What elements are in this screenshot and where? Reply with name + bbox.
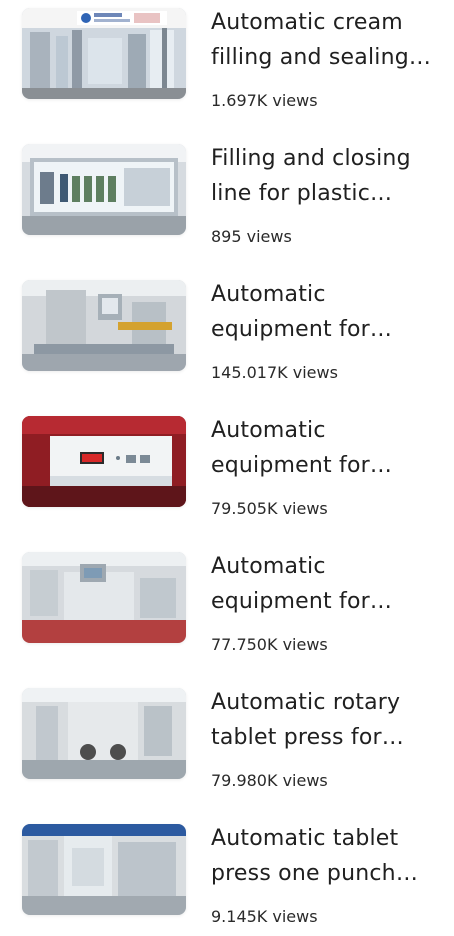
video-title[interactable]: Filling and closing line for plastic bot…	[211, 141, 441, 211]
video-thumbnail[interactable]	[22, 824, 186, 915]
view-count-value: 77.750K	[211, 635, 278, 654]
view-count-label: views	[246, 227, 292, 246]
video-thumbnail[interactable]	[22, 416, 186, 507]
video-thumbnail[interactable]	[22, 280, 186, 371]
video-title[interactable]: Automatic tablet press one punch machine	[211, 821, 441, 891]
view-count-value: 79.505K	[211, 499, 278, 518]
video-title[interactable]: Automatic equipment for blister packagin…	[211, 413, 441, 483]
video-thumbnail[interactable]	[22, 688, 186, 779]
video-thumbnail[interactable]	[22, 144, 186, 235]
view-count-value: 145.017K	[211, 363, 288, 382]
view-count: 79.505K views	[211, 497, 328, 521]
video-title[interactable]: Automatic equipment for blister packagin…	[211, 549, 441, 619]
view-count: 9.145K views	[211, 905, 318, 929]
video-title[interactable]: Automatic rotary tablet press for pharma…	[211, 685, 441, 755]
video-item[interactable]: Automatic tablet press one punch machine…	[0, 816, 454, 936]
view-count-value: 1.697K	[211, 91, 268, 110]
view-count-value: 9.145K	[211, 907, 268, 926]
video-title[interactable]: Automatic cream filling and sealing mach…	[211, 5, 441, 75]
view-count: 145.017K views	[211, 361, 338, 385]
view-count: 895 views	[211, 225, 292, 249]
video-item[interactable]: Automatic rotary tablet press for pharma…	[0, 680, 454, 800]
video-item[interactable]: Automatic equipment for blister packagin…	[0, 272, 454, 392]
view-count: 79.980K views	[211, 769, 328, 793]
video-thumbnail[interactable]	[22, 552, 186, 643]
video-item[interactable]: Automatic equipment for blister packagin…	[0, 544, 454, 664]
video-thumbnail[interactable]	[22, 8, 186, 99]
view-count-label: views	[282, 499, 328, 518]
video-list: Automatic cream filling and sealing mach…	[0, 0, 454, 927]
video-item[interactable]: Automatic cream filling and sealing mach…	[0, 0, 454, 120]
view-count-label: views	[282, 771, 328, 790]
view-count: 77.750K views	[211, 633, 328, 657]
view-count-label: views	[282, 635, 328, 654]
view-count-label: views	[272, 907, 318, 926]
video-item[interactable]: Automatic equipment for blister packagin…	[0, 408, 454, 528]
view-count-label: views	[292, 363, 338, 382]
view-count-label: views	[272, 91, 318, 110]
view-count-value: 895	[211, 227, 242, 246]
video-title[interactable]: Automatic equipment for blister packagin…	[211, 277, 441, 347]
view-count: 1.697K views	[211, 89, 318, 113]
video-item[interactable]: Filling and closing line for plastic bot…	[0, 136, 454, 256]
view-count-value: 79.980K	[211, 771, 278, 790]
